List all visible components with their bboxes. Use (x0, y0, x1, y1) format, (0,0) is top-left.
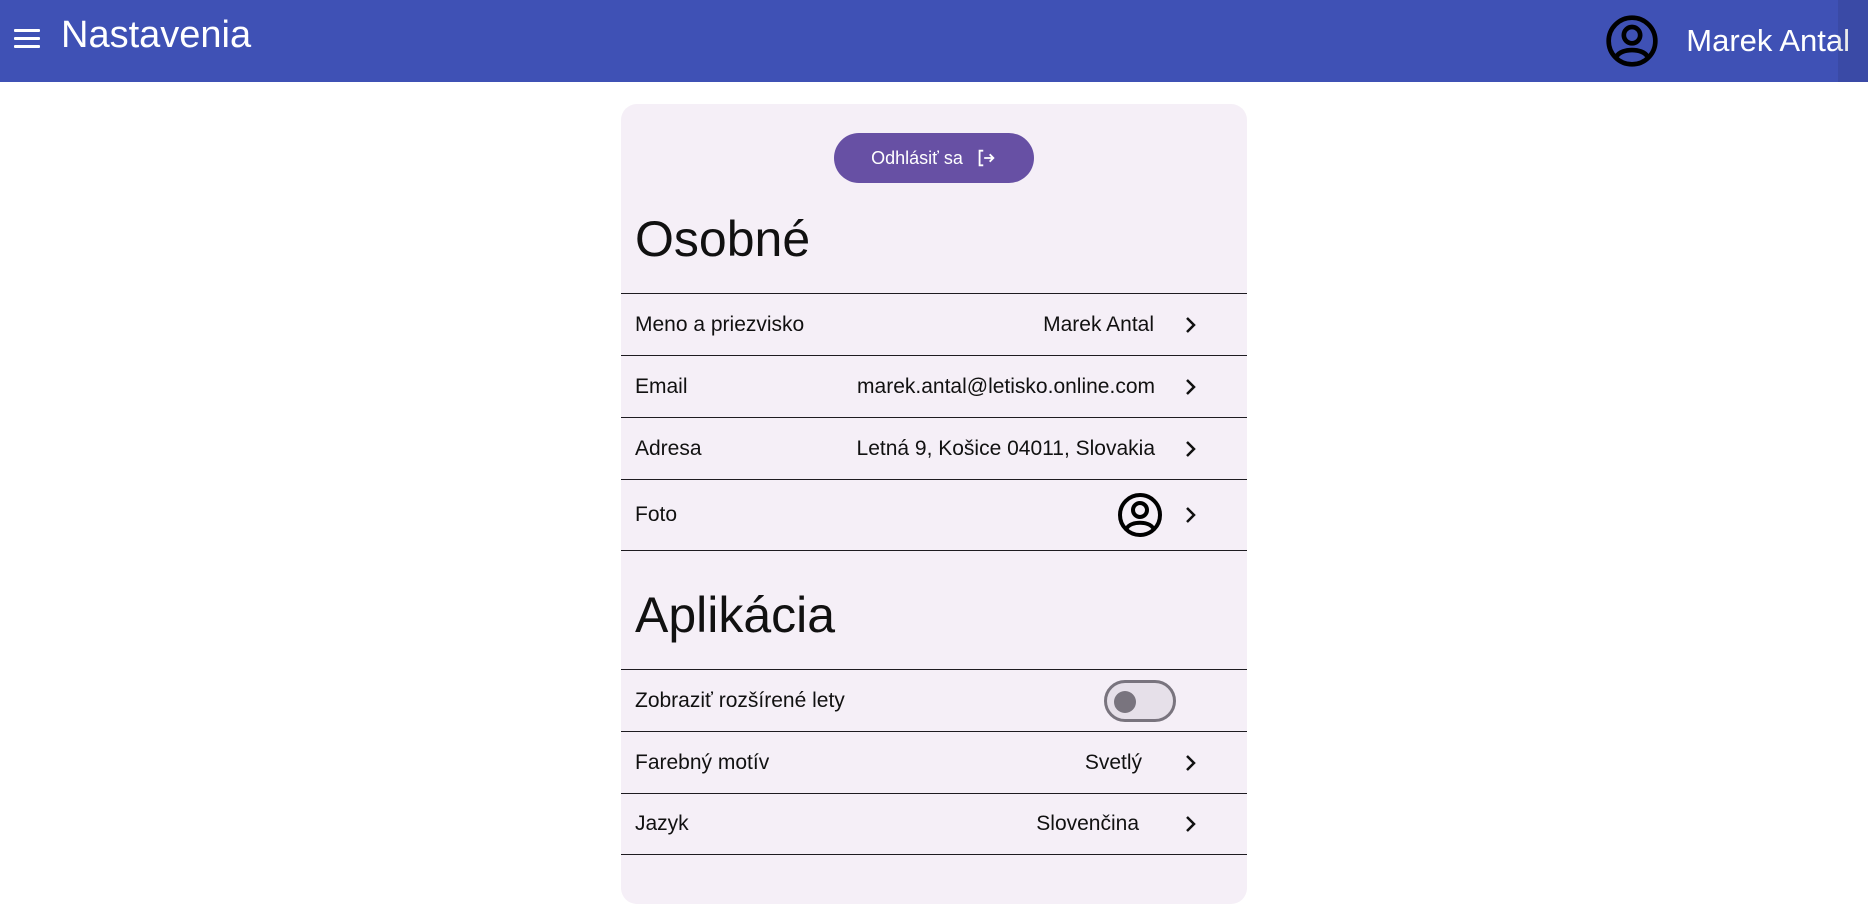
chevron-right-icon (1186, 378, 1196, 395)
row-label: Email (635, 374, 688, 398)
logout-button[interactable]: Odhlásiť sa (834, 133, 1034, 183)
row-label: Farebný motív (635, 750, 770, 774)
chevron-right-icon (1186, 507, 1196, 523)
row-label: Adresa (635, 436, 702, 460)
section-title-app: Aplikácia (635, 587, 836, 643)
chevron-right-icon (1186, 754, 1196, 771)
settings-card: Odhlásiť sa Osobné Meno a priezvisko Mar… (621, 104, 1247, 904)
section-title-personal: Osobné (635, 211, 811, 267)
row-value: Marek Antal (1043, 312, 1154, 336)
row-label: Meno a priezvisko (635, 312, 805, 336)
logout-label: Odhlásiť sa (871, 147, 963, 168)
row-label: Foto (635, 503, 678, 526)
chevron-right-icon (1186, 316, 1196, 333)
row-value: Slovenčina (1036, 812, 1139, 835)
user-profile[interactable]: Marek Antal (1604, 0, 1850, 82)
row-name[interactable]: Meno a priezvisko Marek Antal (621, 293, 1247, 355)
toggle-knob (1114, 690, 1136, 713)
account-circle-icon (1606, 15, 1658, 67)
scrollbar-shade (1838, 0, 1868, 82)
row-label: Zobraziť rozšírené lety (635, 688, 845, 712)
logout-icon (978, 149, 995, 167)
row-extended-flights: Zobraziť rozšírené lety (621, 669, 1247, 731)
user-name: Marek Antal (1686, 23, 1850, 58)
chevron-right-icon (1186, 440, 1196, 457)
row-value: marek.antal@letisko.online.com (857, 374, 1155, 398)
page-title: Nastavenia (61, 14, 252, 56)
top-app-bar: Nastavenia Marek Antal (0, 0, 1868, 82)
row-label: Jazyk (635, 812, 689, 835)
row-address[interactable]: Adresa Letná 9, Košice 04011, Slovakia (621, 417, 1247, 479)
row-value: Svetlý (1084, 750, 1142, 774)
row-value: Letná 9, Košice 04011, Slovakia (856, 436, 1155, 460)
row-email[interactable]: Email marek.antal@letisko.online.com (621, 355, 1247, 417)
row-photo[interactable]: Foto (621, 479, 1247, 551)
row-language[interactable]: Jazyk Slovenčina (621, 793, 1247, 855)
row-theme[interactable]: Farebný motív Svetlý (621, 731, 1247, 793)
extended-flights-toggle[interactable] (1104, 679, 1176, 722)
account-circle-icon (1118, 493, 1162, 537)
chevron-right-icon (1186, 816, 1196, 832)
menu-icon[interactable] (12, 22, 44, 54)
